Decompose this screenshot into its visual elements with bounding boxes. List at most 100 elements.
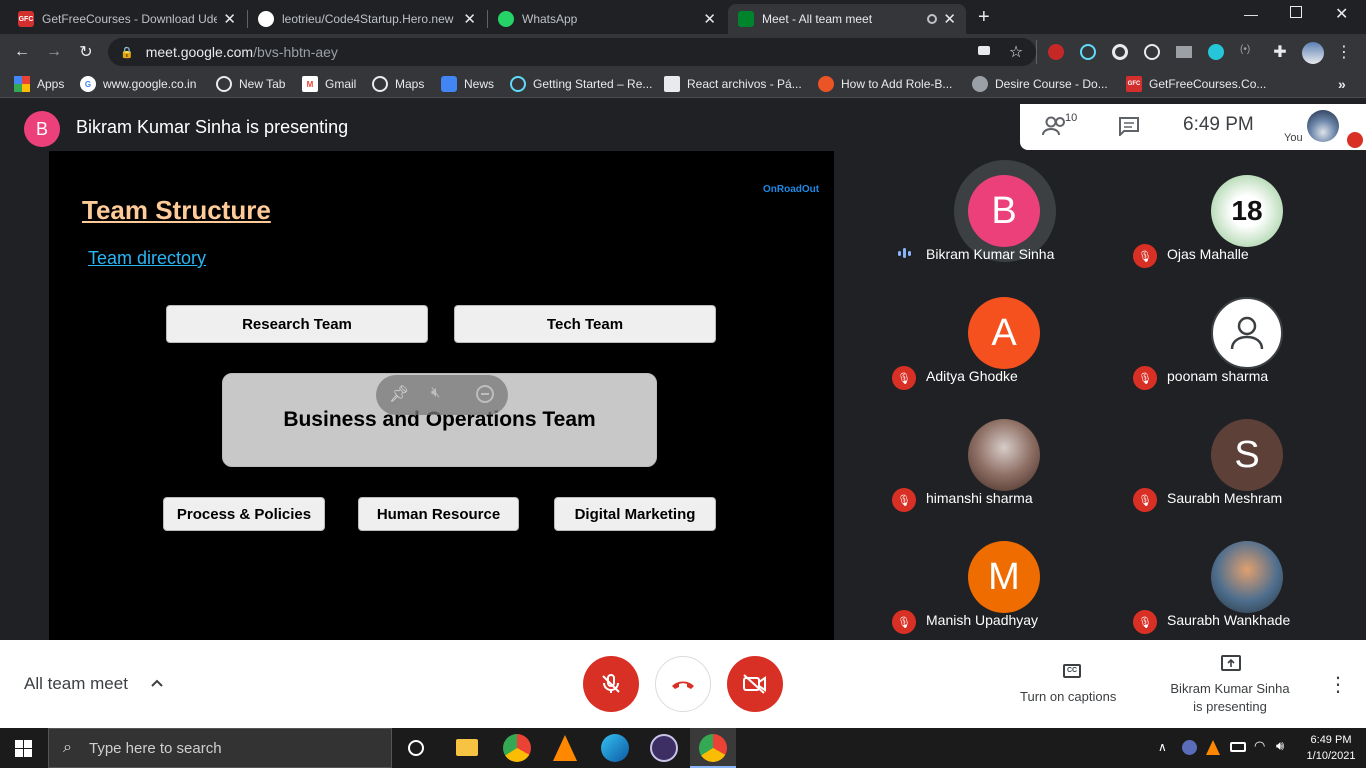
cortana-icon[interactable] <box>408 740 424 756</box>
extension-icon[interactable] <box>1208 44 1224 60</box>
angular-extension-icon[interactable] <box>1048 44 1064 60</box>
bookmark-apps[interactable]: Apps <box>14 76 64 92</box>
participant-tile[interactable]: 🎙︎ poonam sharma <box>1125 273 1365 393</box>
react-devtools-icon[interactable] <box>1144 44 1160 60</box>
participant-name: Aditya Ghodke <box>926 368 1018 384</box>
browser-toolbar: ← → ↻ 🔒 meet.google.com/bvs-hbtn-aey ☆ (… <box>0 34 1366 70</box>
puzzle-extensions-icon[interactable]: ✚ <box>1270 42 1290 62</box>
participant-name: poonam sharma <box>1167 368 1269 384</box>
leave-call-button[interactable] <box>655 656 711 712</box>
vlc-icon[interactable] <box>553 735 577 761</box>
back-arrow-icon[interactable]: ← <box>12 42 32 62</box>
participant-tile[interactable]: 18 🎙︎ Ojas Mahalle <box>1125 151 1365 271</box>
more-bookmarks-button[interactable]: » <box>1338 76 1346 92</box>
participant-tile[interactable]: S 🎙︎ Saurabh Meshram <box>1125 395 1365 515</box>
captions-button-label[interactable]: Turn on captions <box>1020 689 1116 704</box>
extension-icon[interactable]: (•) <box>1240 44 1250 55</box>
human-resource-box: Human Resource <box>358 497 519 531</box>
volume-icon[interactable]: 🔊︎ <box>1276 738 1284 754</box>
muted-mic-icon: 🎙︎ <box>1133 244 1157 268</box>
close-tab-icon[interactable]: ✕ <box>703 10 716 28</box>
chrome-icon[interactable] <box>503 734 531 762</box>
closed-captions-icon[interactable]: CC <box>1063 664 1081 678</box>
tab-github[interactable]: leotrieu/Code4Startup.Hero.new ✕ <box>248 4 486 34</box>
extension-icon[interactable] <box>1112 44 1128 60</box>
meeting-name[interactable]: All team meet <box>24 674 128 694</box>
meeting-control-bar: All team meet CC Turn on captions Bikram… <box>0 640 1366 728</box>
team-directory-link[interactable]: Team directory <box>88 248 206 269</box>
bookmark-new-tab[interactable]: New Tab <box>216 76 285 92</box>
participant-tile[interactable]: B Bikram Kumar Sinha <box>884 151 1124 271</box>
edge-icon[interactable] <box>601 734 629 762</box>
bookmark-getting-started[interactable]: Getting Started – Re... <box>510 76 652 92</box>
profile-avatar[interactable] <box>1302 42 1324 64</box>
forward-arrow-icon[interactable]: → <box>44 42 64 62</box>
participant-name: himanshi sharma <box>926 490 1033 506</box>
app-icon[interactable] <box>650 734 678 762</box>
react-icon <box>510 76 526 92</box>
bookmark-label: Gmail <box>325 77 357 91</box>
desire-course-icon <box>972 76 988 92</box>
browser-tab-strip: GFC GetFreeCourses - Download Ude ✕ leot… <box>0 0 1366 34</box>
taskbar-clock[interactable]: 6:49 PM 1/10/2021 <box>1300 732 1362 764</box>
toggle-camera-button[interactable] <box>727 656 783 712</box>
address-bar[interactable]: 🔒 meet.google.com/bvs-hbtn-aey <box>108 38 1036 66</box>
toggle-mic-button[interactable] <box>583 656 639 712</box>
bookmark-news[interactable]: News <box>441 76 494 92</box>
file-explorer-icon[interactable] <box>456 739 478 756</box>
menu-kebab-icon[interactable]: ⋮ <box>1334 42 1354 62</box>
close-tab-icon[interactable]: ✕ <box>943 10 956 28</box>
bookmark-google[interactable]: G www.google.co.in <box>80 76 196 92</box>
react-extension-icon[interactable] <box>1080 44 1096 60</box>
close-tab-icon[interactable]: ✕ <box>223 10 236 28</box>
meet-stage: B Bikram Kumar Sinha is presenting 10 6:… <box>0 98 1366 640</box>
restore-button[interactable] <box>1290 6 1302 18</box>
bookmark-react-archivos[interactable]: React archivos - Pá... <box>664 76 802 92</box>
tab-meet[interactable]: Meet - All team meet ✕ <box>728 4 966 34</box>
participant-tile[interactable]: A 🎙︎ Aditya Ghodke <box>884 273 1124 393</box>
participant-name: Ojas Mahalle <box>1167 246 1249 262</box>
taskbar-active-app[interactable] <box>690 728 736 768</box>
close-window-button[interactable]: ✕ <box>1335 4 1348 24</box>
present-screen-icon[interactable] <box>1221 655 1241 671</box>
self-avatar <box>1307 110 1339 142</box>
minimize-button[interactable]: — <box>1244 6 1258 22</box>
participant-photo-avatar <box>1211 541 1283 613</box>
battery-icon[interactable] <box>1230 742 1246 752</box>
bookmarks-bar: Apps G www.google.co.in New Tab M Gmail … <box>0 70 1366 98</box>
chevron-up-icon[interactable]: ∧ <box>1158 740 1167 754</box>
bookmark-role-based[interactable]: How to Add Role-B... <box>818 76 952 92</box>
mute-speaker-icon[interactable]: 🔇︎ <box>431 384 440 401</box>
bookmark-getfreecourses[interactable]: GFC GetFreeCourses.Co... <box>1126 76 1266 92</box>
reload-icon[interactable]: ↻ <box>76 42 96 62</box>
chevron-up-icon[interactable] <box>150 676 164 690</box>
new-tab-button[interactable]: + <box>978 6 990 29</box>
bookmark-maps[interactable]: Maps <box>372 76 424 92</box>
more-options-icon[interactable]: ⋮ <box>1328 672 1348 697</box>
participant-tile[interactable]: 🎙︎ himanshi sharma <box>884 395 1124 515</box>
presenter-avatar: B <box>24 111 60 147</box>
bookmark-star-icon[interactable]: ☆ <box>1006 42 1026 62</box>
tray-app-icon[interactable] <box>1182 740 1197 755</box>
taskbar-search-box[interactable]: ⌕ Type here to search <box>48 728 392 768</box>
participant-count: 10 <box>1065 112 1078 124</box>
camera-icon[interactable] <box>978 46 990 55</box>
close-tab-icon[interactable]: ✕ <box>463 10 476 28</box>
whatsapp-icon <box>498 11 514 27</box>
vlc-tray-icon[interactable] <box>1206 740 1220 755</box>
bookmark-gmail[interactable]: M Gmail <box>302 76 356 92</box>
clock-date: 1/10/2021 <box>1306 750 1356 762</box>
wifi-icon[interactable]: ◠ <box>1254 738 1265 754</box>
participant-tile[interactable]: 🎙︎ Saurabh Wankhade <box>1125 517 1365 637</box>
participant-tile[interactable]: M 🎙︎ Manish Upadhyay <box>884 517 1124 637</box>
presenting-status[interactable]: Bikram Kumar Sinha is presenting <box>1160 680 1300 716</box>
tab-whatsapp[interactable]: WhatsApp ✕ <box>488 4 726 34</box>
bookmark-desire-course[interactable]: Desire Course - Do... <box>972 76 1108 92</box>
pin-icon[interactable]: 📌︎ <box>389 384 409 404</box>
digital-marketing-box: Digital Marketing <box>554 497 716 531</box>
windows-start-icon[interactable] <box>15 740 32 757</box>
tab-getfreecourses[interactable]: GFC GetFreeCourses - Download Ude ✕ <box>8 4 246 34</box>
remove-icon[interactable] <box>476 385 494 403</box>
chat-icon[interactable] <box>1118 116 1140 138</box>
analytics-extension-icon[interactable] <box>1176 46 1192 58</box>
